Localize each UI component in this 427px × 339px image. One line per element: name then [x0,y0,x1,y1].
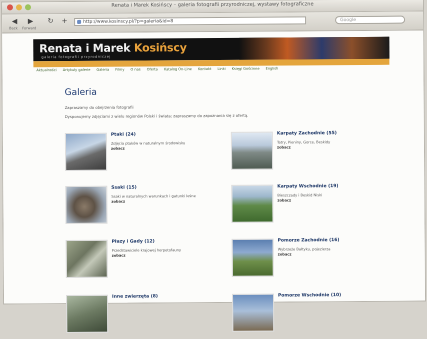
gallery-item-pomorze-wschodnie[interactable]: Pomorze Wschodnie (10) [231,293,392,338]
gallery-item-desc-text: Tatry, Pieniny, Gorce, Beskidy [276,140,331,145]
gallery-thumbnail[interactable] [64,132,108,172]
gallery-item-inne-zwierzeta[interactable]: Inne zwierzęta (8) [65,294,226,339]
more-link[interactable]: zobacz [111,146,125,150]
intro-description: Dysponujemy zdjęciami z wielu regionów P… [64,112,249,120]
gallery-item-desc-text: Zdjęcia ptaków w naturalnym środowisku [110,141,186,146]
menu-item-galeria[interactable]: Galeria [97,68,110,72]
gallery-item-desc: Bieszczady i Beskid Niski zobacz [277,193,387,203]
gallery-item-title[interactable]: Pomorze Wschodnie (10) [278,293,341,298]
gallery-item-title[interactable]: Płazy i Gady (12) [112,239,155,244]
site-banner: Renata i Marek Kosińscy galeria fotograf… [33,36,390,62]
menu-item-linki[interactable]: Linki [217,67,225,71]
more-link[interactable]: zobacz [111,199,125,203]
forward-label: Forward [22,26,37,31]
site-title[interactable]: Renata i Marek Kosińscy [39,41,186,55]
page-title: Galeria [64,87,97,99]
more-link[interactable]: zobacz [278,252,292,256]
menu-item-artykuly[interactable]: Artykuły galerie [63,68,91,72]
gallery-thumbnail[interactable] [231,184,274,223]
back-arrow-icon[interactable]: ◀ [8,17,21,26]
add-bookmark-icon[interactable]: + [58,17,71,26]
banner-photo [239,36,390,60]
gallery-item-desc: Wybrzeże Bałtyku, pojezierza zobacz [278,247,388,257]
menu-item-english[interactable]: English [266,67,279,71]
reload-icon[interactable]: ↻ [44,17,57,26]
gallery-item-title[interactable]: Pomorze Zachodnie (16) [278,238,340,243]
gallery-thumbnail[interactable] [230,131,274,170]
menu-item-aktualnosci[interactable]: Aktualności [36,68,56,72]
menu-item-ksiegi[interactable]: Księgi Gościnne [232,67,260,71]
gallery-item-title[interactable]: Karpaty Zachodnie (55) [277,131,337,136]
gallery-item-desc: Przedstawiciele krajowej herpetofauny zob… [112,248,222,258]
gallery-item-title[interactable]: Ptaki (24) [111,133,136,138]
main-menu: Aktualności Artykuły galerie Galeria Fil… [36,66,388,73]
browser-window: Renata i Marek Kosińscy – galeria fotogr… [0,0,427,334]
gallery-thumbnail[interactable] [231,293,275,332]
address-bar[interactable]: http://www.kosinscy.pl/?p=galeria&id=8 [74,16,307,26]
more-link[interactable]: zobacz [277,145,291,149]
site-title-accent: Kosińscy [133,41,187,55]
gallery-item-desc-text: Wybrzeże Bałtyku, pojezierza [277,247,331,252]
menu-item-kontakt[interactable]: Kontakt [198,67,211,71]
gallery-item-desc: Tatry, Pieniny, Gorce, Beskidy zobacz [277,140,387,150]
web-page: Renata i Marek Kosińscy galeria fotograf… [2,30,426,334]
site-subtitle: galeria fotografii przyrodniczej [41,54,111,60]
gallery-item-title[interactable]: Karpaty Wschodnie (19) [277,184,338,189]
gallery-item-title[interactable]: Ssaki (15) [111,186,136,191]
more-link[interactable]: zobacz [277,198,291,202]
gallery-item-desc-text: Ssaki w naturalnych warunkach i gatunki … [111,194,196,199]
gallery-thumbnail[interactable] [65,185,108,225]
gallery-item-ssaki[interactable]: Ssaki (15) Ssaki w naturalnych warunkach… [65,185,225,230]
search-input[interactable]: Google [335,15,406,25]
menu-item-oferta[interactable]: Oferta [147,67,158,71]
gallery-item-desc: Zdjęcia ptaków w naturalnym środowisku zo… [111,141,221,151]
gallery-item-desc-text: Bieszczady i Beskid Niski [277,193,323,198]
gallery-item-karpaty-wschodnie[interactable]: Karpaty Wschodnie (19) Bieszczady i Besk… [231,184,391,229]
window-title: Renata i Marek Kosińscy – galeria fotogr… [111,1,314,9]
gallery-thumbnail[interactable] [231,238,274,277]
gallery-item-desc-text: Przedstawiciele krajowej herpetofauny [111,248,182,253]
gallery-thumbnail[interactable] [65,294,109,334]
gallery-item-title[interactable]: Inne zwierzęta (8) [112,294,158,299]
back-label: Back [9,26,18,31]
site-title-main: Renata i Marek [39,41,135,56]
forward-arrow-icon[interactable]: ▶ [24,17,37,26]
intro-text: Zapraszamy do obejrzenia fotografii [64,104,134,111]
menu-item-o-nas[interactable]: O nas [131,68,141,72]
gallery-item-plazy-gady[interactable]: Płazy i Gady (12) Przedstawiciele krajow… [65,239,226,284]
menu-item-katalog[interactable]: Katalog On-Line [164,67,192,71]
gallery-item-pomorze-zachodnie[interactable]: Pomorze Zachodnie (16) Wybrzeże Bałtyku,… [231,238,392,283]
menu-item-filmy[interactable]: Filmy [115,68,124,72]
site-icon [77,19,82,24]
address-text: http://www.kosinscy.pl/?p=galeria&id=8 [83,19,174,25]
gallery-item-karpaty-zachodnie[interactable]: Karpaty Zachodnie (55) Tatry, Pieniny, G… [230,131,391,176]
gallery-thumbnail[interactable] [65,239,108,279]
gallery-item-desc: Ssaki w naturalnych warunkach i gatunki … [111,194,221,204]
more-link[interactable]: zobacz [112,253,126,257]
gallery-item-ptaki[interactable]: Ptaki (24) Zdjęcia ptaków w naturalnym ś… [64,132,225,177]
